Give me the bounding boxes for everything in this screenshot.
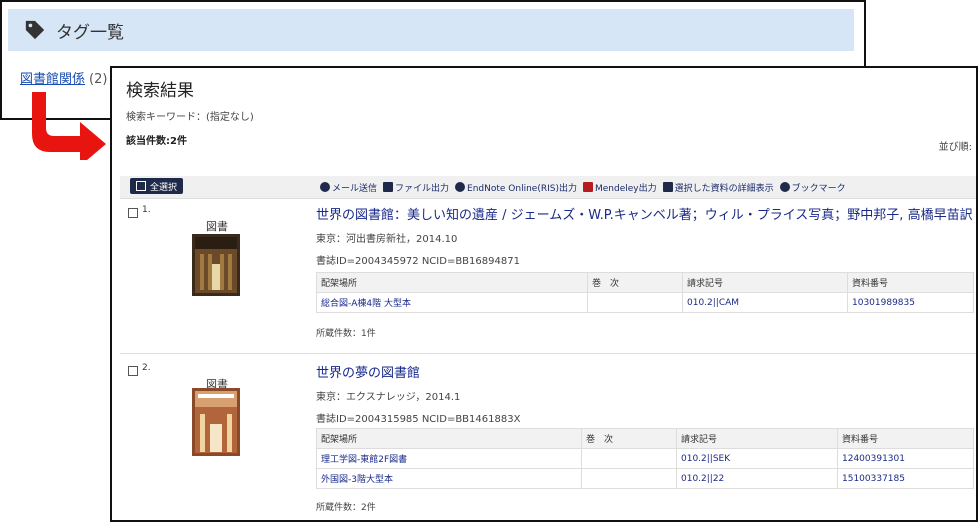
endnote-icon [455, 182, 466, 192]
action-links: メール送信 ファイル出力 EndNote Online(RIS)出力 Mende… [320, 176, 846, 198]
page-title: 検索結果 [126, 81, 194, 101]
bookmark-button[interactable]: ブックマーク [779, 181, 846, 194]
col-location: 配架場所 [316, 428, 582, 449]
material-type: 図書 [206, 220, 228, 233]
details-icon [662, 182, 673, 192]
mendeley-icon [582, 182, 593, 192]
result-count: 該当件数:2件 [126, 136, 187, 147]
col-call-number: 請求記号 [682, 272, 848, 293]
mail-label: メール送信 [332, 183, 378, 194]
material-id-cell[interactable]: 15100337185 [837, 468, 974, 489]
tag-row: 図書館関係 (2) [20, 68, 107, 87]
material-id-cell[interactable]: 10301989835 [847, 292, 974, 313]
divider [120, 353, 976, 354]
item-checkbox[interactable] [128, 366, 138, 376]
holdings-table: 配架場所 巻 次 請求記号 資料番号 理工学図-東館2F図書 010.2||SE… [316, 428, 974, 489]
endnote-button[interactable]: EndNote Online(RIS)出力 [455, 181, 577, 194]
holdings-table: 配架場所 巻 次 請求記号 資料番号 総合図-A棟4階 大型本 010.2||C… [316, 272, 974, 313]
book-cover-image[interactable] [192, 388, 240, 456]
location-link[interactable]: 外国図-3階大型本 [316, 468, 582, 489]
mail-icon [320, 182, 330, 192]
checkbox-icon [136, 181, 146, 191]
col-call-number: 請求記号 [676, 428, 838, 449]
col-location: 配架場所 [316, 272, 588, 293]
volume-cell [581, 468, 677, 489]
bookmark-icon [779, 182, 790, 192]
endnote-label: EndNote Online(RIS)出力 [467, 183, 577, 194]
file-icon [383, 182, 394, 192]
select-all-button[interactable]: 全選択 [130, 178, 184, 194]
col-material-id: 資料番号 [837, 428, 974, 449]
tag-count: (2) [89, 72, 108, 87]
material-id-cell[interactable]: 12400391301 [837, 448, 974, 469]
holdings-count: 所蔵件数：2件 [316, 503, 376, 513]
item-number: 2. [142, 363, 151, 373]
red-arrow-icon [32, 92, 106, 160]
item-checkbox[interactable] [128, 208, 138, 218]
volume-cell [587, 292, 683, 313]
holdings-header-row: 配架場所 巻 次 請求記号 資料番号 [316, 428, 974, 449]
file-export-button[interactable]: ファイル出力 [383, 181, 449, 194]
details-label: 選択した資料の詳細表示 [674, 183, 774, 194]
select-all-label: 全選択 [150, 182, 178, 193]
file-label: ファイル出力 [395, 183, 450, 194]
details-button[interactable]: 選択した資料の詳細表示 [662, 181, 774, 194]
publication-info: 東京：河出書房新社，2014.10 [316, 234, 458, 245]
col-volume: 巻 次 [587, 272, 683, 293]
bib-ids: 書誌ID=2004315985 NCID=BB1461883X [316, 414, 521, 425]
mendeley-button[interactable]: Mendeley出力 [582, 181, 657, 194]
table-row: 外国図-3階大型本 010.2||22 15100337185 [316, 468, 974, 489]
bib-ids: 書誌ID=2004345972 NCID=BB16894871 [316, 256, 520, 267]
result-toolbar: 全選択 メール送信 ファイル出力 EndNote Online(RIS)出力 M… [120, 176, 976, 199]
bookmark-label: ブックマーク [791, 183, 846, 194]
tag-icon [25, 20, 45, 40]
holdings-header-row: 配架場所 巻 次 請求記号 資料番号 [316, 272, 974, 293]
book-title-link[interactable]: 世界の図書館：美しい知の遺産 / ジェームズ・W.P.キャンベル著；ウィル・プラ… [316, 204, 973, 223]
search-keyword: 検索キーワード：(指定なし) [126, 112, 254, 123]
mail-button[interactable]: メール送信 [320, 181, 377, 194]
location-link[interactable]: 理工学図-東館2F図書 [316, 448, 582, 469]
call-number-cell[interactable]: 010.2||22 [676, 468, 838, 489]
book-cover-image[interactable] [192, 234, 240, 296]
publication-info: 東京：エクスナレッジ，2014.1 [316, 392, 461, 403]
col-volume: 巻 次 [581, 428, 677, 449]
tag-list-header: タグ一覧 [8, 9, 854, 51]
table-row: 理工学図-東館2F図書 010.2||SEK 12400391301 [316, 448, 974, 469]
call-number-cell[interactable]: 010.2||CAM [682, 292, 848, 313]
table-row: 総合図-A棟4階 大型本 010.2||CAM 10301989835 [316, 292, 974, 313]
item-number: 1. [142, 205, 151, 215]
sort-label[interactable]: 並び順: [939, 138, 972, 153]
location-link[interactable]: 総合図-A棟4階 大型本 [316, 292, 588, 313]
tag-link[interactable]: 図書館関係 [20, 72, 85, 87]
mendeley-label: Mendeley出力 [594, 183, 657, 194]
tag-list-title: タグ一覧 [56, 22, 124, 43]
holdings-count: 所蔵件数：1件 [316, 329, 376, 339]
call-number-cell[interactable]: 010.2||SEK [676, 448, 838, 469]
volume-cell [581, 448, 677, 469]
col-material-id: 資料番号 [847, 272, 974, 293]
search-results-panel: 検索結果 検索キーワード：(指定なし) 該当件数:2件 並び順: 全選択 メール… [110, 66, 978, 522]
book-title-link[interactable]: 世界の夢の図書館 [316, 362, 420, 381]
